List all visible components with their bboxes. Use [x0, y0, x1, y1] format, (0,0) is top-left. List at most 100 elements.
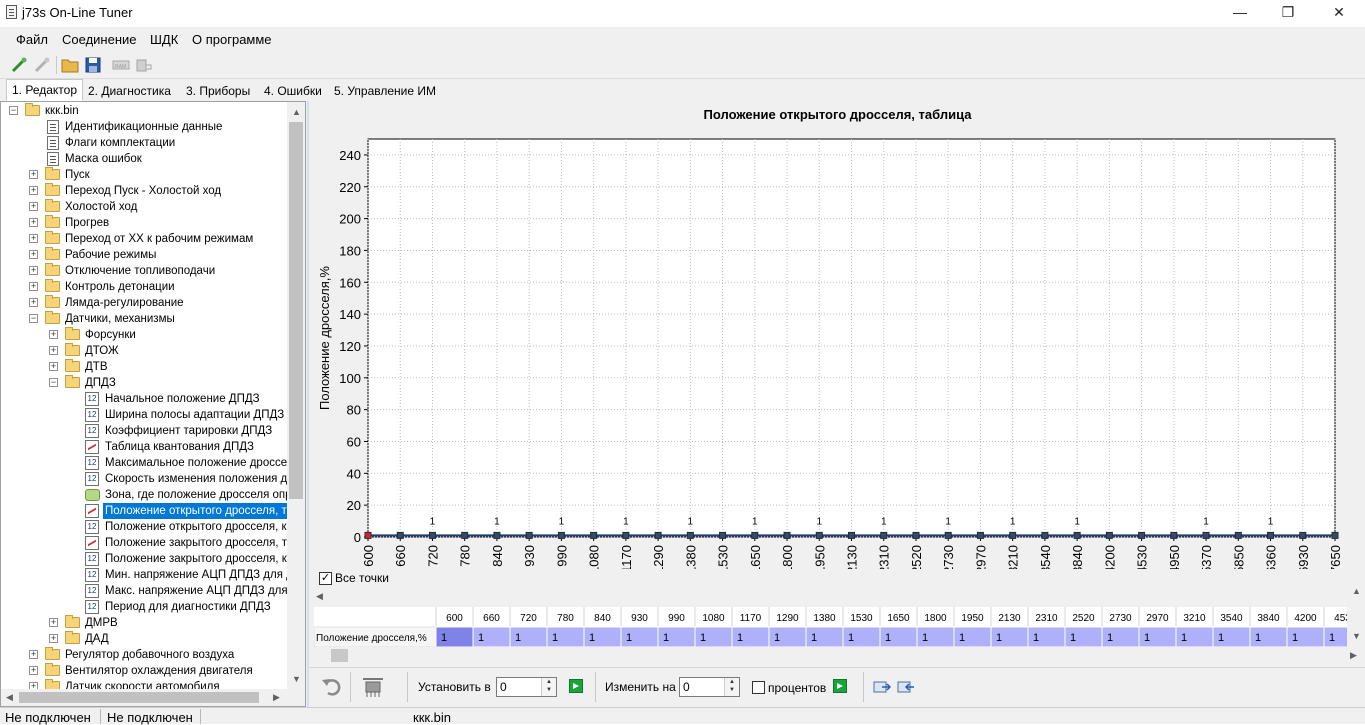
tree-item[interactable]: + Форсунки: [1, 327, 287, 343]
tree-item[interactable]: + Лямда-регулирование: [1, 295, 287, 311]
spin-arrows-icon[interactable]: ▲ ▼: [724, 678, 739, 696]
expand-icon[interactable]: +: [49, 362, 58, 371]
tree-item[interactable]: 12 Скорость изменения положения дро: [1, 471, 300, 487]
tree-horizontal-scroll-thumb[interactable]: [19, 692, 259, 703]
tree-item[interactable]: + Регулятор добавочного воздуха: [1, 647, 287, 663]
tree-item[interactable]: + Отключение топливоподачи: [1, 263, 287, 279]
expand-icon[interactable]: +: [49, 346, 58, 355]
tree-item[interactable]: + ДТВ: [1, 359, 287, 375]
scroll-up-icon[interactable]: ▲: [292, 107, 301, 117]
tree-item[interactable]: Зона, где положение дросселя опре,: [1, 487, 301, 503]
tree-item[interactable]: + Вентилятор охлаждения двигателя: [1, 663, 287, 679]
minimize-button[interactable]: —: [1217, 0, 1263, 27]
tree-item[interactable]: 12 Период для диагностики ДПДЗ: [1, 599, 287, 615]
expand-icon[interactable]: +: [29, 266, 38, 275]
tree-item[interactable]: + Контроль детонации: [1, 279, 287, 295]
tab-actuators[interactable]: 5. Управление ИМ: [328, 81, 442, 101]
apply-change-button[interactable]: [833, 679, 847, 693]
tree-item[interactable]: + Пуск: [1, 167, 287, 183]
tab-gauges[interactable]: 3. Приборы: [180, 81, 256, 101]
menu-about[interactable]: О программе: [192, 32, 272, 47]
scroll-left-icon[interactable]: ◀: [6, 692, 13, 703]
table-scroll-thumb[interactable]: [331, 649, 348, 662]
tree-item[interactable]: + ДАД: [1, 631, 287, 647]
table-scroll-down-icon[interactable]: ▼: [1352, 631, 1361, 641]
expand-icon[interactable]: +: [29, 250, 38, 259]
tree-item[interactable]: 12 Ширина полосы адаптации ДПДЗ: [1, 407, 287, 423]
menu-file[interactable]: Файл: [16, 32, 48, 47]
expand-icon[interactable]: +: [49, 618, 58, 627]
export-icon[interactable]: [873, 679, 891, 695]
tree-item[interactable]: − Датчики, механизмы: [1, 311, 287, 327]
checkbox-icon[interactable]: ✓: [319, 572, 332, 586]
percent-checkbox[interactable]: [752, 681, 765, 694]
change-by-input[interactable]: 0 ▲ ▼: [679, 677, 740, 697]
table-scroll-up-icon[interactable]: ▲: [1352, 586, 1361, 596]
tree-item[interactable]: Флаги комплектации: [1, 135, 287, 151]
undo-icon[interactable]: [320, 676, 344, 698]
expand-icon[interactable]: +: [29, 186, 38, 195]
tree-item[interactable]: + ДТОЖ: [1, 343, 287, 359]
menu-wbo2[interactable]: ШДК: [150, 32, 178, 47]
tree-item[interactable]: + Рабочие режимы: [1, 247, 287, 263]
ram-icon[interactable]: RAM: [112, 56, 130, 74]
chart[interactable]: 0 20 40 60 80 100 120 140 160 180 200 220 240 600 660 7…: [310, 129, 1365, 569]
tree-item[interactable]: 12 Положение открытого дросселя, кон: [1, 519, 299, 535]
tree-item[interactable]: 12 Максимальное положение дросселя: [1, 455, 300, 471]
tree-vertical-scrollbar[interactable]: ▲ ▼: [287, 102, 305, 689]
save-icon[interactable]: [84, 56, 102, 74]
write-chip-icon[interactable]: [360, 676, 386, 700]
expand-icon[interactable]: +: [49, 634, 58, 643]
tree-item[interactable]: + Прогрев: [1, 215, 287, 231]
spin-arrows-icon[interactable]: ▲ ▼: [541, 678, 556, 696]
close-button[interactable]: ✕: [1316, 0, 1362, 27]
expand-icon[interactable]: +: [29, 298, 38, 307]
tree-item[interactable]: − ккк.bin: [1, 103, 287, 119]
apply-set-button[interactable]: [569, 679, 583, 693]
flash-icon[interactable]: [135, 56, 153, 74]
expand-icon[interactable]: +: [29, 666, 38, 675]
tree-item[interactable]: Маска ошибок: [1, 151, 287, 167]
tree-item[interactable]: + ДМРВ: [1, 615, 287, 631]
tree-item[interactable]: Идентификационные данные: [1, 119, 287, 135]
tree-item[interactable]: + Холостой ход: [1, 199, 287, 215]
tree-horizontal-scrollbar[interactable]: ◀ ▶: [1, 689, 305, 706]
table-horizontal-scrollbar[interactable]: ▶: [314, 647, 1365, 664]
collapse-icon[interactable]: −: [9, 106, 18, 115]
all-points-checkbox[interactable]: ✓ Все точки: [319, 571, 389, 586]
expand-icon[interactable]: +: [29, 218, 38, 227]
expand-icon[interactable]: +: [29, 282, 38, 291]
expand-icon[interactable]: +: [29, 202, 38, 211]
tree-item[interactable]: − ДПДЗ: [1, 375, 287, 391]
tab-diagnostics[interactable]: 2. Диагностика: [82, 81, 177, 101]
change-by-value[interactable]: 0: [683, 680, 690, 694]
tree-item[interactable]: + Переход Пуск - Холостой ход: [1, 183, 287, 199]
tree-item[interactable]: + Переход от ХХ к рабочим режимам: [1, 231, 287, 247]
tree-item[interactable]: Положение открытого дросселя, таб: [1, 503, 302, 519]
scroll-down-icon[interactable]: ▼: [292, 674, 301, 684]
table-scroll-right-icon[interactable]: ▶: [1350, 650, 1357, 661]
expand-icon[interactable]: +: [29, 170, 38, 179]
collapse-icon[interactable]: −: [49, 378, 58, 387]
scroll-right-icon[interactable]: ▶: [273, 692, 280, 703]
import-icon[interactable]: [897, 679, 915, 695]
maximize-button[interactable]: ❐: [1265, 0, 1311, 27]
tree-item[interactable]: 12 Начальное положение ДПДЗ: [1, 391, 287, 407]
data-table[interactable]: Положение дросселя,% 600 1 660 1 720 1 780 1 840 1…: [314, 607, 1347, 647]
table-cell[interactable]: [1323, 626, 1347, 647]
expand-icon[interactable]: +: [29, 650, 38, 659]
tab-errors[interactable]: 4. Ошибки: [258, 81, 328, 101]
set-to-input[interactable]: 0 ▲ ▼: [496, 677, 557, 697]
connect-icon[interactable]: [10, 56, 28, 74]
tree-item[interactable]: 12 Коэффициент тарировки ДПДЗ: [1, 423, 287, 439]
open-folder-icon[interactable]: [61, 56, 79, 74]
tab-editor[interactable]: 1. Редактор: [6, 79, 83, 101]
table-scroll-left-icon[interactable]: ◀: [316, 591, 323, 602]
tree-item[interactable]: 12 Положение закрытого дросселя, кон: [1, 551, 300, 567]
disconnect-icon[interactable]: [33, 56, 51, 74]
expand-icon[interactable]: +: [49, 330, 58, 339]
tree-item[interactable]: 12 Мин. напряжение АЦП ДПДЗ для ди: [1, 567, 299, 583]
menu-connection[interactable]: Соединение: [62, 32, 137, 47]
tree-vertical-scroll-thumb[interactable]: [289, 122, 303, 499]
set-to-value[interactable]: 0: [500, 680, 507, 694]
